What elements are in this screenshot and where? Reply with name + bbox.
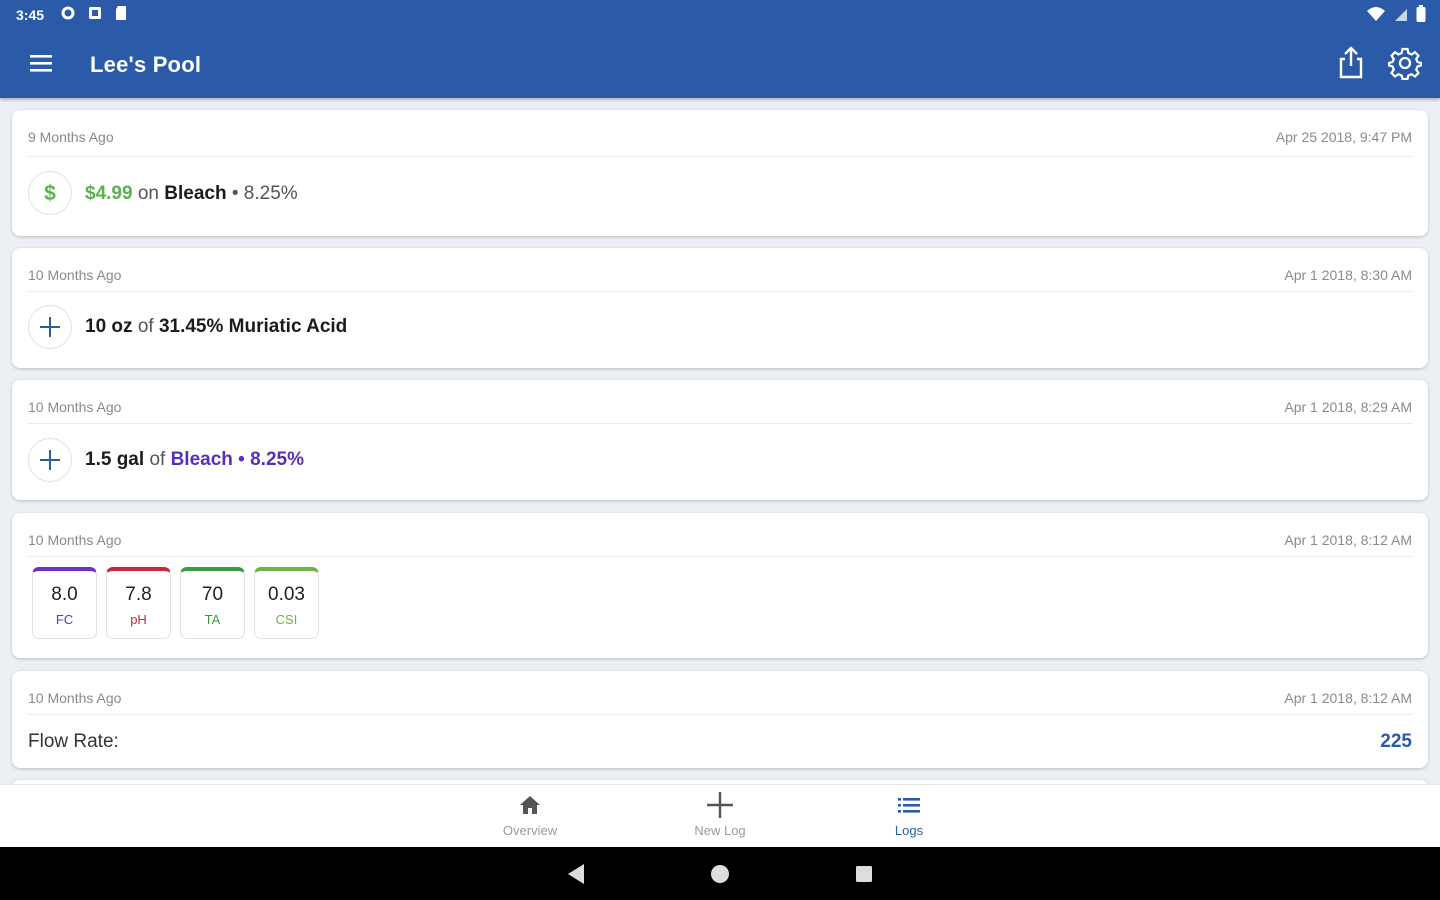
battery-icon	[1416, 5, 1426, 28]
list-icon	[849, 791, 969, 819]
relative-time: 9 Months Ago	[28, 129, 114, 145]
timestamp: Apr 1 2018, 8:12 AM	[1284, 532, 1412, 548]
chemical-quantity: 1.5 gal	[85, 449, 145, 470]
chemical-concentration: 8.25%	[250, 449, 304, 470]
card-divider	[28, 423, 1412, 424]
plus-icon	[660, 791, 780, 819]
wifi-icon	[1366, 6, 1386, 27]
expense-concentration: 8.25%	[243, 183, 298, 204]
gear-notification-icon	[60, 5, 76, 26]
sd-card-icon	[114, 5, 128, 26]
nav-label: Logs	[894, 823, 924, 838]
chemical-text: 10 oz of 31.45% Muriatic Acid	[85, 316, 347, 338]
reading-value: 7.8	[125, 584, 152, 605]
home-circle-icon	[711, 865, 729, 883]
status-bar: 3:45	[0, 0, 1440, 30]
relative-time: 10 Months Ago	[28, 690, 122, 706]
nav-overview[interactable]: Overview	[470, 791, 590, 845]
chemical-quantity: 10 oz	[85, 316, 133, 337]
notification-icon	[88, 5, 102, 26]
nav-logs[interactable]: Logs	[849, 791, 969, 845]
expense-on: on	[137, 183, 159, 204]
chemical-name: 31.45% Muriatic Acid	[158, 316, 348, 337]
card-divider	[28, 156, 1412, 157]
flow-rate-value: 225	[1380, 731, 1412, 752]
reading-label: FC	[55, 612, 74, 627]
reading-value: 70	[201, 584, 224, 605]
app-bar: Lee's Pool	[0, 30, 1440, 98]
flow-rate-label: Flow Rate:	[28, 731, 119, 752]
share-icon	[1339, 46, 1363, 79]
chemical-name: Bleach	[170, 449, 233, 470]
expense-separator: •	[231, 183, 239, 204]
expense-item: Bleach	[164, 183, 227, 204]
relative-time: 10 Months Ago	[28, 267, 122, 283]
home-icon	[470, 791, 590, 819]
chemical-text: 1.5 gal of Bleach • 8.25%	[85, 449, 304, 471]
settings-button[interactable]	[1387, 46, 1423, 81]
plus-icon	[28, 438, 72, 482]
reading-label: pH	[130, 612, 147, 627]
top-bar: 3:45 Lee's Pool	[0, 0, 1440, 98]
system-recents-button[interactable]	[852, 862, 876, 886]
reading-chip-csi: 0.03 CSI	[254, 567, 319, 639]
timestamp: Apr 1 2018, 8:30 AM	[1284, 267, 1412, 283]
dollar-icon: $	[28, 171, 72, 215]
share-button[interactable]	[1336, 46, 1366, 80]
reading-label: TA	[204, 612, 221, 627]
system-back-button[interactable]	[564, 862, 588, 886]
chemical-of: of	[137, 316, 154, 337]
card-divider	[28, 714, 1412, 715]
timestamp: Apr 25 2018, 9:47 PM	[1275, 129, 1412, 145]
readings-row: 8.0 FC 7.8 pH 70 TA 0.03 CSI	[32, 567, 319, 639]
svg-text:$: $	[44, 182, 56, 205]
reading-chip-ta: 70 TA	[180, 567, 245, 639]
log-card-flow-rate[interactable]: 10 Months Ago Apr 1 2018, 8:12 AM Flow R…	[12, 671, 1428, 768]
plus-icon	[28, 305, 72, 349]
card-divider	[28, 291, 1412, 292]
status-time: 3:45	[16, 7, 45, 23]
log-card-expense[interactable]: 9 Months Ago Apr 25 2018, 9:47 PM $ $4.9…	[12, 110, 1428, 236]
log-card-chemical[interactable]: 10 Months Ago Apr 1 2018, 8:30 AM 10 oz …	[12, 248, 1428, 368]
chemical-separator: •	[238, 449, 245, 470]
reading-chip-fc: 8.0 FC	[32, 567, 97, 639]
nav-new-log[interactable]: New Log	[660, 791, 780, 845]
relative-time: 10 Months Ago	[28, 532, 122, 548]
bottom-navigation: Overview New Log Logs	[0, 784, 1440, 847]
gear-icon	[1387, 47, 1423, 81]
log-list[interactable]: 9 Months Ago Apr 25 2018, 9:47 PM $ $4.9…	[0, 98, 1440, 784]
reading-value: 0.03	[268, 584, 305, 605]
system-navigation-bar	[0, 847, 1440, 900]
menu-button[interactable]	[28, 52, 54, 74]
system-home-button[interactable]	[708, 862, 732, 886]
timestamp: Apr 1 2018, 8:12 AM	[1284, 690, 1412, 706]
reading-label: CSI	[275, 612, 298, 627]
relative-time: 10 Months Ago	[28, 399, 122, 415]
chemical-of: of	[149, 449, 166, 470]
reading-chip-ph: 7.8 pH	[106, 567, 171, 639]
nav-label: Overview	[502, 823, 558, 838]
app-title: Lee's Pool	[90, 52, 202, 77]
log-card-chemical[interactable]: 10 Months Ago Apr 1 2018, 8:29 AM 1.5 ga…	[12, 380, 1428, 500]
reading-value: 8.0	[51, 584, 78, 605]
expense-text: $4.99 on Bleach • 8.25%	[85, 183, 298, 205]
timestamp: Apr 1 2018, 8:29 AM	[1284, 399, 1412, 415]
recents-square-icon	[856, 866, 872, 882]
expense-amount: $4.99	[85, 183, 133, 204]
signal-icon	[1394, 6, 1408, 27]
back-triangle-icon	[568, 864, 584, 884]
nav-label: New Log	[694, 823, 746, 838]
hamburger-menu-icon	[30, 55, 52, 72]
card-divider	[28, 556, 1412, 557]
log-card-readings[interactable]: 10 Months Ago Apr 1 2018, 8:12 AM 8.0 FC…	[12, 513, 1428, 658]
